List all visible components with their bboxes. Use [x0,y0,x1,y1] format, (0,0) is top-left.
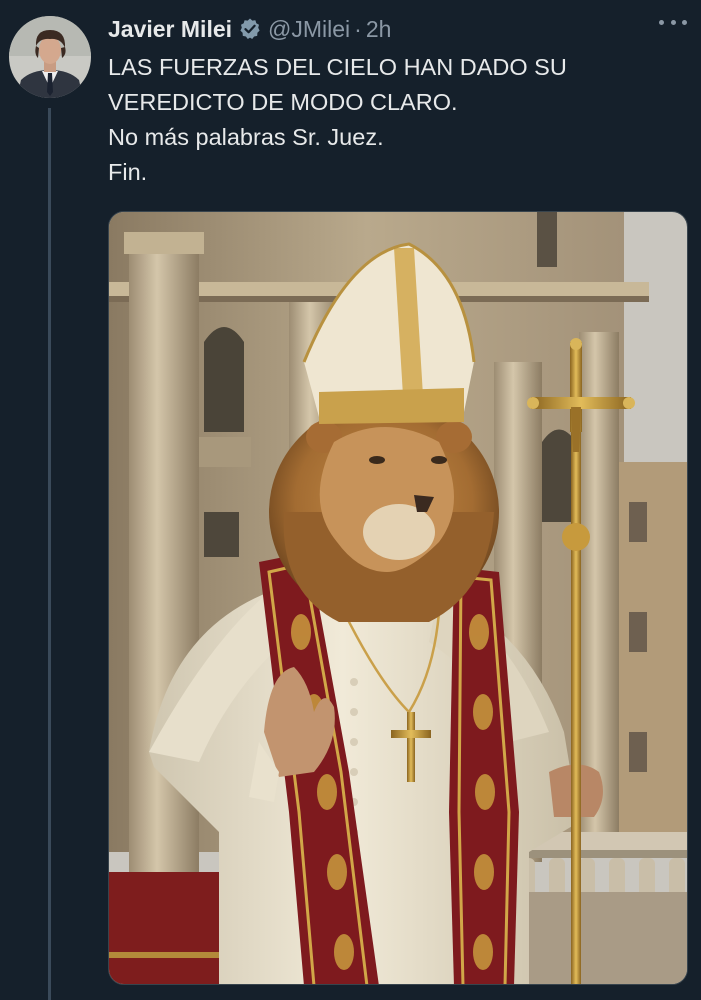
timestamp[interactable]: 2h [366,16,392,43]
tweet-text-line: LAS FUERZAS DEL CIELO HAN DADO SU [108,54,567,80]
more-dot [670,19,676,25]
more-dot [682,19,687,25]
avatar[interactable] [9,16,91,98]
author-handle[interactable]: @JMilei [268,16,350,43]
avatar-image [9,16,91,98]
tweet-text-line: VEREDICTO DE MODO CLARO. [108,89,458,115]
tweet[interactable]: Javier Milei @JMilei · 2h LAS FUERZAS DE… [0,0,701,1000]
lion-pope-illustration [109,212,687,984]
thread-line [48,108,51,1000]
author-name[interactable]: Javier Milei [108,16,232,43]
tweet-header: Javier Milei @JMilei · 2h [108,12,691,46]
verified-badge-icon [238,17,262,41]
tweet-text-line: No más palabras Sr. Juez. [108,124,384,150]
tweet-text-line: Fin. [108,159,148,185]
more-options-icon[interactable] [659,14,687,30]
separator-dot: · [354,15,362,42]
more-dot [659,19,664,25]
tweet-text: LAS FUERZAS DEL CIELO HAN DADO SU VEREDI… [108,50,688,190]
tweet-media-image[interactable] [108,211,688,985]
